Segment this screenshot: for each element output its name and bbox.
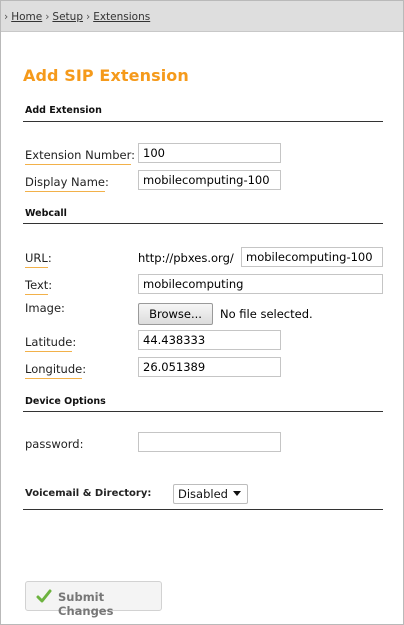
display-name-label: Display Name:: [25, 175, 109, 192]
url-input[interactable]: [241, 247, 383, 267]
label-colon: :: [104, 175, 109, 189]
breadcrumb-separator: ›: [45, 11, 50, 23]
label-colon: :: [47, 251, 52, 265]
password-input[interactable]: [138, 432, 281, 452]
chevron-down-icon: [233, 491, 241, 496]
url-label-text: URL: [25, 251, 48, 268]
label-colon: :: [48, 278, 53, 292]
longitude-input[interactable]: [138, 357, 281, 377]
breadcrumb: › Home › Setup › Extensions: [1, 1, 403, 32]
latitude-label-text: Latitude: [25, 335, 73, 352]
label-colon: :: [131, 148, 135, 162]
label-colon: :: [82, 362, 87, 376]
text-input[interactable]: [138, 274, 383, 294]
submit-changes-button[interactable]: Submit Changes: [25, 581, 162, 618]
extension-number-label-text: Extension Number: [25, 148, 132, 165]
url-label: URL:: [25, 251, 52, 268]
breadcrumb-extensions-link[interactable]: Extensions: [93, 11, 150, 23]
latitude-label: Latitude:: [25, 335, 77, 352]
latitude-input[interactable]: [138, 330, 281, 350]
voicemail-selected-value: Disabled: [178, 487, 228, 501]
display-name-input[interactable]: [138, 170, 281, 190]
voicemail-directory-label: Voicemail & Directory:: [25, 488, 152, 499]
section-heading-add-extension: Add Extension: [25, 105, 102, 116]
browse-button[interactable]: Browse...: [138, 303, 213, 325]
label-colon: :: [72, 335, 77, 349]
voicemail-directory-select[interactable]: Disabled: [173, 484, 248, 504]
section-divider: [23, 121, 383, 122]
longitude-label-text: Longitude: [25, 362, 83, 379]
section-divider: [23, 223, 383, 224]
check-icon: [36, 589, 52, 603]
image-label: Image:: [25, 301, 65, 315]
breadcrumb-setup-link[interactable]: Setup: [52, 11, 83, 23]
text-label: Text:: [25, 278, 53, 295]
breadcrumb-arrow: ›: [4, 11, 9, 23]
page-frame: › Home › Setup › Extensions Add SIP Extension…: [0, 0, 404, 625]
breadcrumb-separator: ›: [85, 11, 91, 23]
section-heading-webcall: Webcall: [25, 208, 67, 219]
file-status: No file selected.: [220, 307, 313, 321]
breadcrumb-home-link[interactable]: Home: [11, 11, 42, 23]
text-label-text: Text: [25, 278, 49, 295]
longitude-label: Longitude:: [25, 362, 87, 379]
page-title: Add SIP Extension: [23, 66, 189, 85]
extension-number-input[interactable]: [138, 143, 281, 163]
extension-number-label: Extension Number:: [25, 148, 135, 165]
url-prefix: http://pbxes.org/: [138, 251, 234, 265]
section-divider: [23, 509, 383, 510]
section-heading-device-options: Device Options: [25, 396, 106, 407]
submit-changes-label: Submit Changes: [58, 590, 114, 618]
section-divider: [23, 411, 383, 412]
password-label: password:: [25, 437, 84, 451]
display-name-label-text: Display Name: [25, 175, 105, 192]
